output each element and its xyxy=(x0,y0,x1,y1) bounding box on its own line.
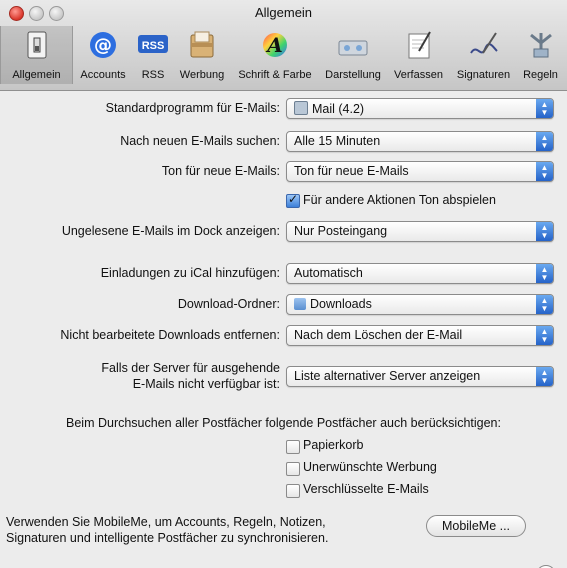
remove-downloads-value: Nach dem Löschen der E-Mail xyxy=(294,328,463,342)
viewing-icon xyxy=(338,40,368,56)
tab-verfassen[interactable]: Verfassen xyxy=(387,26,450,84)
default-mail-value: Mail (4.2) xyxy=(312,102,365,116)
mobileme-button[interactable]: MobileMe ... xyxy=(426,515,526,537)
other-sounds-checkbox[interactable] xyxy=(286,192,300,208)
search-mailboxes-heading: Beim Durchsuchen aller Postfächer folgen… xyxy=(66,416,501,430)
download-folder-popup[interactable]: Downloads ▲ ▼ xyxy=(286,294,554,315)
toolbar: Allgemein @ Accounts RSS RSS Werbung A S… xyxy=(0,26,567,86)
popup-arrows-icon: ▲ ▼ xyxy=(536,367,553,386)
popup-arrows-icon: ▲ ▼ xyxy=(536,222,553,241)
tab-label: Werbung xyxy=(179,69,225,81)
ical-invites-value: Automatisch xyxy=(294,266,363,280)
tab-label: Regeln xyxy=(523,69,558,81)
svg-text:A: A xyxy=(265,33,283,57)
popup-arrows-icon: ▲ ▼ xyxy=(536,132,553,151)
check-mail-value: Alle 15 Minuten xyxy=(294,134,381,148)
download-folder-label: Download-Ordner: xyxy=(177,297,280,311)
rules-icon xyxy=(529,33,552,58)
default-mail-popup[interactable]: Mail (4.2) ▲ ▼ xyxy=(286,98,554,119)
signature-icon xyxy=(469,32,498,54)
check-mail-label: Nach neuen E-Mails suchen: xyxy=(120,134,280,148)
ical-invites-label: Einladungen zu iCal hinzufügen: xyxy=(100,266,280,280)
check-mail-popup[interactable]: Alle 15 Minuten ▲ ▼ xyxy=(286,131,554,152)
mobileme-text-line2: Signaturen und intelligente Postfächer z… xyxy=(6,531,329,545)
tab-schrift-farbe[interactable]: A Schrift & Farbe xyxy=(231,26,319,84)
popup-arrows-icon: ▲ ▼ xyxy=(536,326,553,345)
tab-signaturen[interactable]: Signaturen xyxy=(451,26,516,84)
dock-unread-label: Ungelesene E-Mails im Dock anzeigen: xyxy=(61,224,280,238)
title-bar: Allgemein Allgemein @ Accounts RSS RSS W… xyxy=(0,0,567,91)
dock-unread-popup[interactable]: Nur Posteingang ▲ ▼ xyxy=(286,221,554,242)
tab-darstellung[interactable]: Darstellung xyxy=(320,26,386,84)
tab-werbung[interactable]: Werbung xyxy=(174,26,230,84)
junk-mail-icon xyxy=(190,31,214,58)
tab-label: Accounts xyxy=(80,69,126,81)
tab-label: Schrift & Farbe xyxy=(238,69,312,81)
preferences-window: Allgemein Allgemein @ Accounts RSS RSS W… xyxy=(0,0,567,568)
trash-label: Papierkorb xyxy=(303,438,364,452)
folder-icon xyxy=(294,298,306,310)
rss-icon: RSS xyxy=(138,35,168,53)
tab-label: Allgemein xyxy=(12,69,61,81)
server-unavailable-label-line2: E-Mails nicht verfügbar ist: xyxy=(132,377,280,391)
popup-arrows-icon: ▲ ▼ xyxy=(536,99,553,118)
tab-label: Darstellung xyxy=(325,69,381,81)
server-unavailable-label-line1: Falls der Server für ausgehende xyxy=(101,361,280,375)
general-settings-panel: Standardprogramm für E-Mails: Mail (4.2)… xyxy=(0,91,567,568)
trash-checkbox[interactable] xyxy=(286,440,300,454)
server-unavailable-value: Liste alternativer Server anzeigen xyxy=(294,369,481,383)
tab-accounts[interactable]: @ Accounts xyxy=(74,26,132,84)
tab-label: RSS xyxy=(141,69,165,81)
new-mail-sound-value: Ton für neue E-Mails xyxy=(294,164,409,178)
encrypted-checkbox[interactable] xyxy=(286,484,300,498)
popup-arrows-icon: ▲ ▼ xyxy=(536,264,553,283)
other-sounds-label: Für andere Aktionen Ton abspielen xyxy=(303,193,496,207)
at-icon: @ xyxy=(90,32,116,58)
compose-icon xyxy=(408,31,431,59)
mail-app-icon xyxy=(294,101,308,115)
remove-downloads-popup[interactable]: Nach dem Löschen der E-Mail ▲ ▼ xyxy=(286,325,554,346)
window-title: Allgemein xyxy=(254,5,313,20)
ical-invites-popup[interactable]: Automatisch ▲ ▼ xyxy=(286,263,554,284)
junk-label: Unerwünschte Werbung xyxy=(303,460,437,474)
svg-text:RSS: RSS xyxy=(142,40,165,52)
remove-downloads-label: Nicht bearbeitete Downloads entfernen: xyxy=(60,328,280,342)
tab-label: Signaturen xyxy=(456,69,511,81)
popup-arrows-icon: ▲ ▼ xyxy=(536,162,553,181)
svg-text:@: @ xyxy=(94,35,112,56)
server-unavailable-popup[interactable]: Liste alternativer Server anzeigen ▲ ▼ xyxy=(286,366,554,387)
new-mail-sound-popup[interactable]: Ton für neue E-Mails ▲ ▼ xyxy=(286,161,554,182)
download-folder-value: Downloads xyxy=(310,297,372,311)
junk-checkbox[interactable] xyxy=(286,462,300,476)
tab-allgemein[interactable]: Allgemein xyxy=(0,26,73,84)
mobileme-text-line1: Verwenden Sie MobileMe, um Accounts, Reg… xyxy=(6,515,326,529)
dock-unread-value: Nur Posteingang xyxy=(294,224,388,238)
tab-label: Verfassen xyxy=(394,69,443,81)
switch-icon xyxy=(27,31,46,59)
tab-regeln[interactable]: Regeln xyxy=(517,26,564,84)
popup-arrows-icon: ▲ ▼ xyxy=(536,295,553,314)
default-mail-label: Standardprogramm für E-Mails: xyxy=(105,101,280,115)
new-mail-sound-label: Ton für neue E-Mails: xyxy=(161,164,280,178)
tab-rss[interactable]: RSS RSS xyxy=(133,26,173,84)
encrypted-label: Verschlüsselte E-Mails xyxy=(303,482,429,496)
font-color-icon: A xyxy=(263,33,287,57)
